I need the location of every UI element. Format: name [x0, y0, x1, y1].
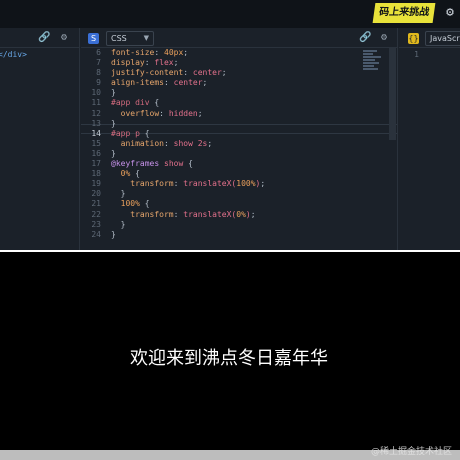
html-code-line: </div>	[0, 50, 27, 59]
css-language-select[interactable]: CSS ▼	[106, 31, 154, 46]
line-number: 19	[91, 179, 101, 189]
link-icon[interactable]: 🔗	[359, 32, 371, 44]
js-badge-icon: {}	[408, 33, 419, 44]
css-pane-header: S CSS ▼ 🔗 ⚙	[81, 28, 397, 48]
line-number: 9	[96, 78, 101, 88]
js-line-numbers: 1	[401, 50, 419, 60]
js-language-select[interactable]: JavaScript	[425, 31, 460, 46]
css-code[interactable]: font-size: 40px; display: flex; justify-…	[111, 48, 265, 240]
line-number: 24	[91, 229, 101, 239]
line-number: 13	[91, 118, 101, 128]
line-number: 12	[91, 108, 101, 118]
line-number: 7	[96, 58, 101, 68]
css-pane: S CSS ▼ 🔗 ⚙ 6 7 8 9 10 11 12 13 14 15 16 17 18 19 20 21…	[81, 28, 398, 250]
gear-icon[interactable]: ⚙	[446, 6, 454, 20]
css-scrollbar[interactable]	[389, 48, 396, 140]
line-number: 18	[91, 169, 101, 179]
line-number: 16	[91, 148, 101, 158]
js-pane-header: {} JavaScript	[399, 28, 460, 48]
preview-area: 欢迎来到沸点冬日嘉年华 @稀土掘金技术社区	[0, 250, 460, 460]
line-number: 17	[91, 159, 101, 169]
top-bar: 码上来挑战 ⚙	[0, 0, 460, 28]
line-number: 21	[91, 199, 101, 209]
chevron-down-icon: ▼	[143, 34, 149, 42]
animated-text: 欢迎来到沸点冬日嘉年华	[130, 348, 328, 369]
line-number: 20	[91, 189, 101, 199]
line-number: 23	[91, 219, 101, 229]
gear-icon[interactable]: ⚙	[61, 32, 67, 44]
html-code[interactable]: </div>	[0, 50, 27, 60]
css-language-label: CSS	[111, 34, 127, 43]
line-number: 11	[91, 98, 101, 108]
html-pane: 🔗 ⚙ </div>	[0, 28, 80, 250]
line-number: 22	[91, 209, 101, 219]
code-editor: 🔗 ⚙ </div> S CSS ▼ 🔗 ⚙ 6 7 8 9 10 11 12 13 14 15 1…	[0, 28, 460, 250]
line-number: 8	[96, 68, 101, 78]
watermark: @稀土掘金技术社区	[370, 447, 452, 457]
line-number: 15	[91, 138, 101, 148]
challenge-logo: 码上来挑战	[372, 3, 436, 23]
code-minimap[interactable]	[363, 50, 383, 80]
html-pane-header: 🔗 ⚙	[0, 28, 79, 48]
line-number: 1	[414, 50, 419, 59]
js-language-label: JavaScript	[430, 34, 460, 43]
css-line-numbers: 6 7 8 9 10 11 12 13 14 15 16 17 18 19 20 21 22 23 24	[83, 48, 101, 240]
line-number: 10	[91, 88, 101, 98]
link-icon[interactable]: 🔗	[38, 32, 50, 44]
js-pane: {} JavaScript 1	[399, 28, 460, 250]
gear-icon[interactable]: ⚙	[381, 32, 387, 44]
css-badge-icon: S	[88, 33, 99, 44]
line-number: 6	[96, 48, 101, 57]
line-number: 14	[91, 128, 101, 138]
